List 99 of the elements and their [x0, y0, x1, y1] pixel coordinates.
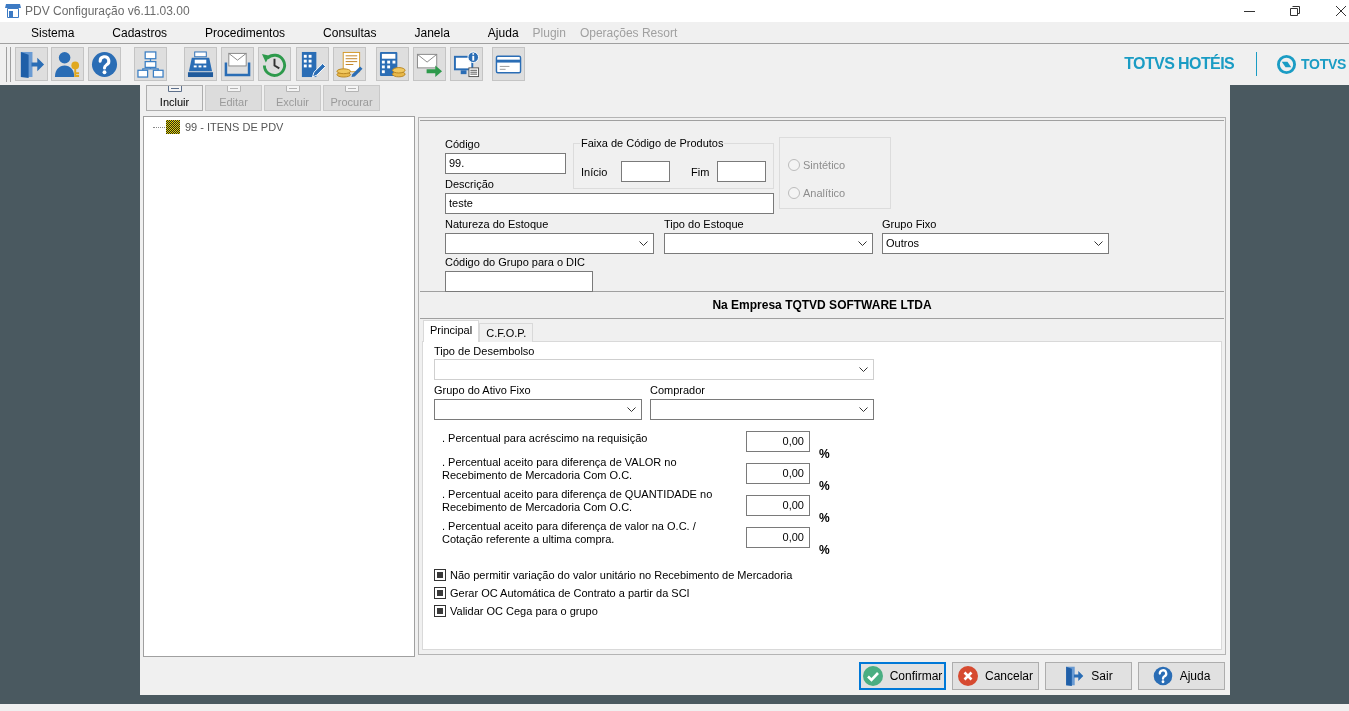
brand-name: TOTVS HOTÉIS: [1124, 55, 1235, 73]
confirm-button[interactable]: Confirmar: [859, 662, 946, 690]
grip-handle[interactable]: [6, 47, 11, 82]
checkbox[interactable]: [434, 605, 446, 617]
dropdown[interactable]: [445, 233, 654, 254]
text-field[interactable]: [717, 161, 766, 182]
toolbar-button[interactable]: Incluir: [146, 85, 203, 111]
field-label: Grupo do Ativo Fixo: [434, 384, 532, 398]
dropdown[interactable]: [664, 233, 873, 254]
chevron-down-icon: [858, 241, 867, 246]
brand-logo-icon: [1277, 54, 1297, 74]
check-circle-icon: [862, 666, 883, 686]
checkbox-label: Validar OC Cega para o grupo: [450, 605, 598, 617]
user-key-icon: [54, 50, 81, 78]
toolbar-button[interactable]: [184, 47, 217, 81]
unit-label: %: [819, 511, 830, 525]
toolbar-button[interactable]: [221, 47, 254, 81]
chevron-down-icon: [639, 241, 648, 246]
field-label: . Percentual para acréscimo na requisição: [442, 432, 648, 445]
calculator-coins-icon: [379, 50, 406, 78]
toolbar-button[interactable]: [333, 47, 366, 81]
unit-label: %: [819, 543, 830, 557]
menu-item[interactable]: Cadastros: [105, 24, 175, 41]
field-label: Natureza do Estoque: [445, 218, 550, 232]
menu-item[interactable]: Janela: [407, 24, 457, 41]
number-field[interactable]: 0,00: [746, 431, 810, 452]
toolbar-button[interactable]: [15, 47, 48, 81]
checkbox[interactable]: [434, 569, 446, 581]
text-field[interactable]: 99.: [445, 153, 566, 174]
field-label: Tipo do Estoque: [664, 218, 745, 232]
tab[interactable]: C.F.O.P.: [479, 323, 534, 342]
hierarchy-icon: [137, 50, 164, 78]
cancel-button[interactable]: Cancelar: [952, 662, 1039, 690]
store-icon: [5, 4, 21, 18]
section-title: Na Empresa TQTVD SOFTWARE LTDA: [712, 298, 932, 312]
checkbox-label: Não permitir variação do valor unitário no Recebimento de Mercadoria: [450, 569, 793, 581]
group-title: Faixa de Código de Produtos: [580, 137, 725, 150]
checkbox[interactable]: [434, 587, 446, 599]
chevron-down-icon: [859, 367, 868, 372]
toolbar-button[interactable]: [51, 47, 84, 81]
unit-label: %: [819, 447, 830, 461]
toolbar-button[interactable]: [492, 47, 525, 81]
monitor-info-icon: [453, 50, 480, 78]
minimize-icon[interactable]: [1244, 10, 1255, 12]
door-arrow-icon: [18, 50, 45, 78]
close-circle-icon: [958, 666, 978, 686]
number-field[interactable]: 0,00: [746, 495, 810, 516]
field-label: Fim: [691, 165, 711, 178]
text-field[interactable]: [445, 271, 593, 292]
checkbox-label: Gerar OC Automática de Contrato a partir da SCI: [450, 587, 690, 599]
restore-icon[interactable]: [1290, 6, 1300, 16]
tree-item[interactable]: 99 - ITENS DE PDV: [153, 120, 414, 134]
chevron-down-icon: [859, 407, 868, 412]
dropdown[interactable]: [650, 399, 874, 420]
checkered-square-icon: [166, 120, 180, 134]
field-label: . Percentual aceito para diferença de QUANTIDADE no Recebimento de Mercadoria Com O.C.: [442, 488, 713, 514]
company-name: TOTVS: [1301, 56, 1346, 72]
close-icon[interactable]: [1336, 6, 1346, 16]
field-label: . Percentual aceito para diferença de VALOR no Recebimento de Mercadoria Com O.C.: [442, 456, 677, 482]
toolbar-button[interactable]: [413, 47, 446, 81]
text-field[interactable]: [621, 161, 670, 182]
field-label: Código do Grupo para o DIC: [445, 256, 587, 270]
toolbar-button[interactable]: [296, 47, 329, 81]
toolbar-button[interactable]: [134, 47, 167, 81]
radio-label: Sintético: [803, 159, 846, 171]
unit-label: %: [819, 479, 830, 493]
help-button[interactable]: Ajuda: [1138, 662, 1225, 690]
menu-item[interactable]: Consultas: [316, 24, 384, 41]
cash-register-icon: [187, 50, 214, 78]
dropdown[interactable]: [434, 399, 642, 420]
help-icon: [1152, 666, 1173, 686]
help-icon: [91, 50, 118, 78]
document-coins-icon: [336, 50, 363, 78]
number-field[interactable]: 0,00: [746, 527, 810, 548]
toolbar-button[interactable]: [450, 47, 483, 81]
menu-item[interactable]: Ajuda: [480, 24, 526, 41]
field-label: Tipo de Desembolso: [434, 345, 536, 359]
number-field[interactable]: 0,00: [746, 463, 810, 484]
field-label: Código: [445, 137, 481, 152]
dropdown[interactable]: Outros: [882, 233, 1109, 254]
field-label: Grupo Fixo: [882, 218, 938, 232]
door-arrow-icon: [1064, 666, 1085, 686]
field-label: Início: [581, 165, 609, 178]
menu-item[interactable]: Sistema: [24, 24, 82, 41]
text-field[interactable]: teste: [445, 193, 774, 214]
chevron-down-icon: [627, 407, 636, 412]
menu-item[interactable]: Procedimentos: [198, 24, 293, 41]
radio-label: Analítico: [803, 187, 846, 199]
chevron-down-icon: [1094, 241, 1103, 246]
exit-button[interactable]: Sair: [1045, 662, 1132, 690]
field-label: . Percentual aceito para diferença de valor na O.C. / Cotação referente a ultima compra.: [442, 520, 696, 546]
tab[interactable]: Principal: [423, 320, 480, 342]
field-label: Descrição: [445, 177, 495, 192]
envelope-tray-icon: [224, 50, 251, 78]
window-title: PDV Configuração v6.11.03.00: [25, 4, 190, 18]
field-label: Comprador: [650, 384, 707, 398]
building-pencil-icon: [299, 50, 326, 78]
toolbar-button[interactable]: [376, 47, 409, 81]
toolbar-button[interactable]: [88, 47, 121, 81]
